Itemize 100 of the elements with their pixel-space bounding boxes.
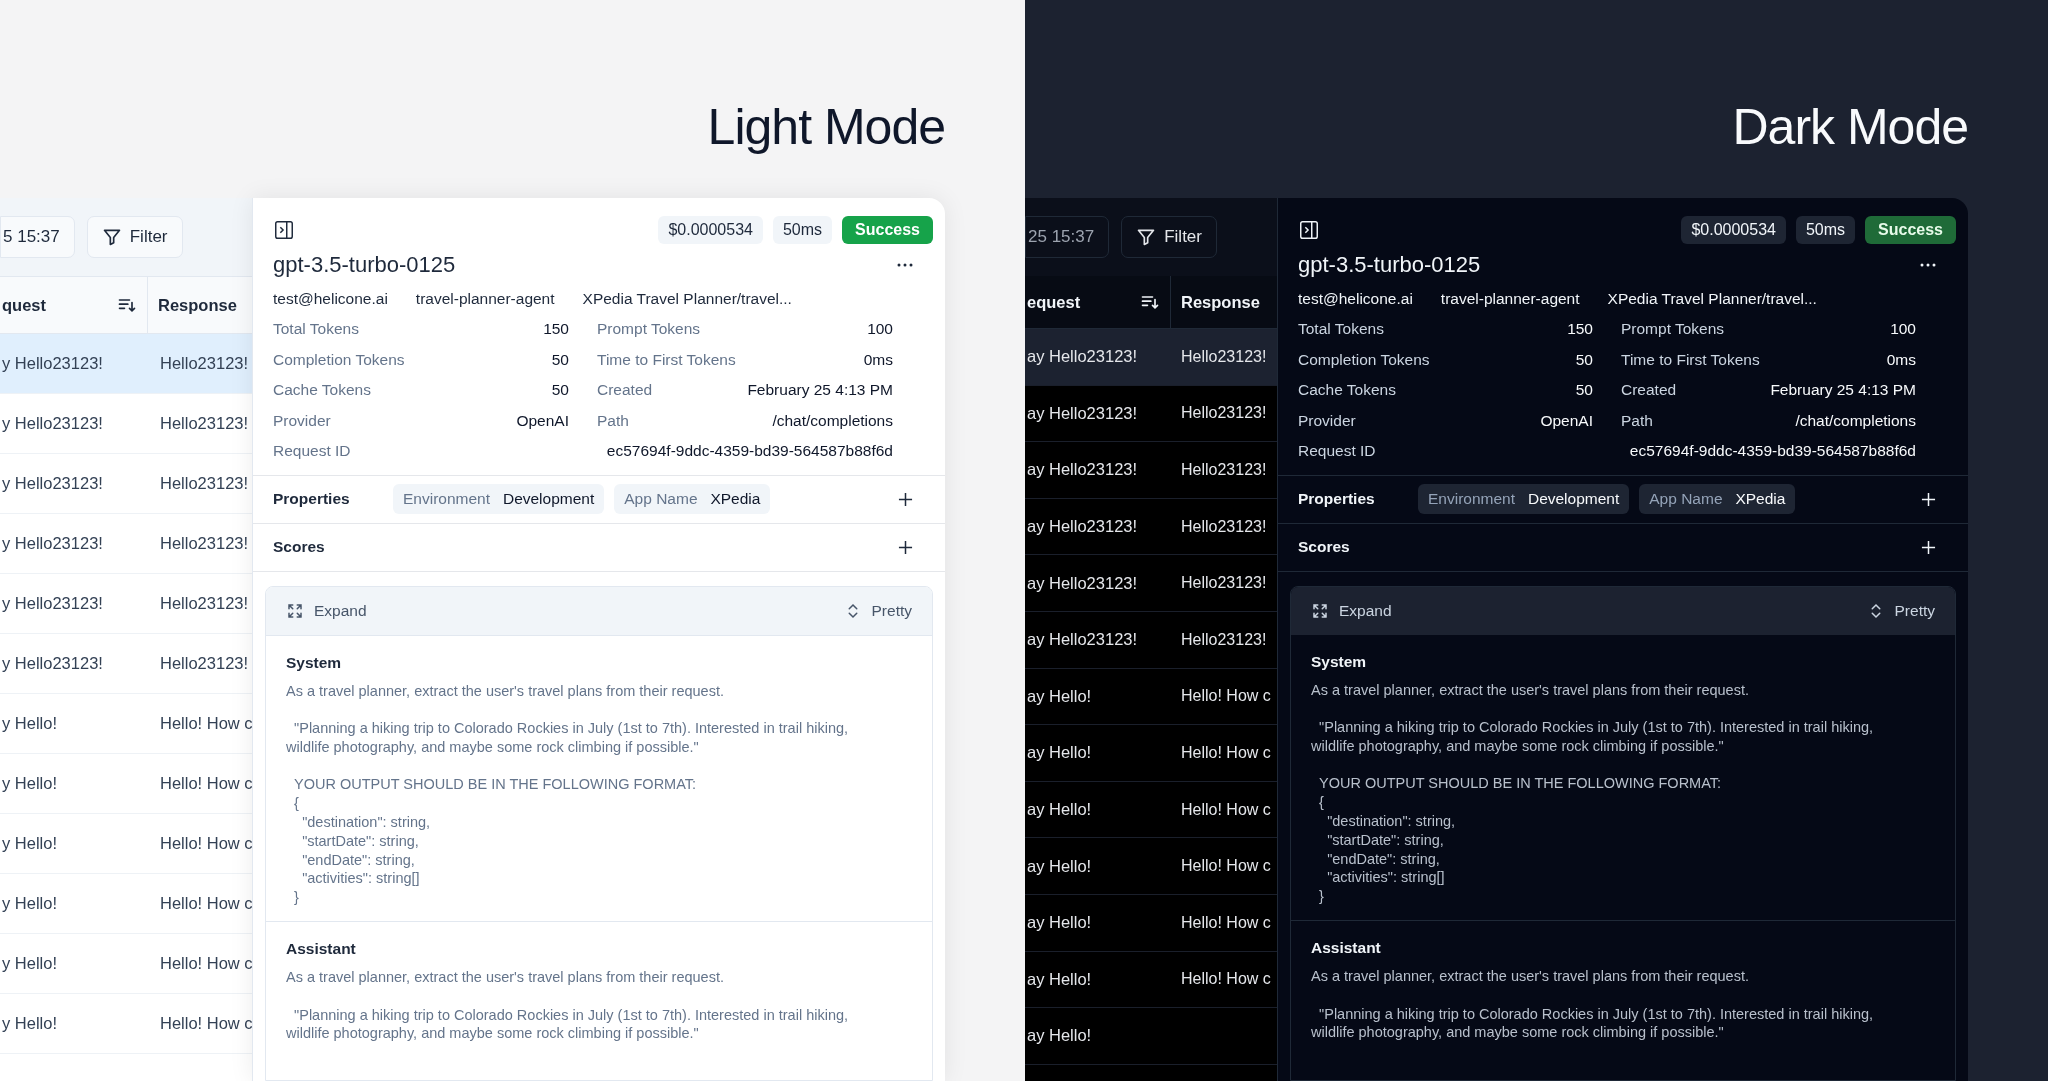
response-cell: Hello! How c	[160, 1014, 253, 1032]
filter-button[interactable]: Filter	[1121, 216, 1217, 258]
column-header[interactable]: equest	[1027, 292, 1081, 312]
date-range-button[interactable]: 5 15:37	[0, 216, 75, 258]
request-cell: ay Hello!	[1027, 1026, 1092, 1045]
response-cell: Hello23123!	[1181, 347, 1267, 365]
message-text: As a travel planner, extract the user's travel plans from their request. "Planning a hiking trip to Colorado Rockies in July (1st to 7th). Interested in trail hiking, wildlife photography, and maybe some rock climbing if possible." YOUR OUTPUT SHOULD BE IN THE FOLLOWING FORMAT: { "destination": string, "startDate": string, "endDate": string, "activities": string[] }	[1311, 680, 1875, 907]
response-cell: Hello! How c	[160, 954, 253, 972]
response-cell: Hello! How c	[160, 834, 253, 852]
message-text: As a travel planner, extract the user's travel plans from their request. "Planning a hiking trip to Colorado Rockies in July (1st to 7th). Interested in trail hiking, wildlife photography, and maybe some rock climbing if possible."	[1311, 967, 1875, 1043]
filter-icon	[101, 227, 122, 247]
stat-label: Provider	[273, 411, 331, 430]
request-cell: y Hello!	[2, 774, 58, 792]
stat-label: Completion Tokens	[273, 350, 405, 369]
format-button[interactable]: Pretty	[837, 597, 918, 624]
response-cell: Hello23123!	[1181, 517, 1267, 535]
format-button[interactable]: Pretty	[1860, 597, 1941, 624]
stat-value: 50	[1575, 381, 1593, 400]
response-cell: Hello23123!	[160, 354, 249, 372]
response-cell: Hello23123!	[1181, 574, 1267, 592]
request-cell: ay Hello23123!	[1027, 347, 1138, 366]
filter-button[interactable]: Filter	[86, 216, 183, 258]
stat-value: 50	[1575, 350, 1593, 369]
stat-label: Created	[1621, 381, 1677, 400]
request-cell: y Hello!	[2, 714, 58, 732]
response-cell: Hello23123!	[160, 474, 249, 492]
sidebar-toggle-icon[interactable]	[1298, 219, 1320, 241]
plus-icon[interactable]	[898, 491, 913, 507]
status-badge: Success	[1865, 216, 1956, 244]
plus-icon[interactable]	[898, 539, 913, 555]
mode-heading: Dark Mode	[1732, 102, 1968, 152]
section-label: Scores	[273, 538, 326, 556]
status-badge: Success	[842, 216, 933, 244]
stat-label: Cache Tokens	[1298, 381, 1396, 400]
section-label: Properties	[1298, 490, 1376, 508]
more-icon[interactable]	[897, 263, 913, 267]
response-cell: Hello! How c	[160, 774, 253, 792]
model-name: gpt-3.5-turbo-0125	[273, 252, 456, 278]
cost-badge: $0.0000534	[658, 216, 763, 244]
table-row[interactable]: ay Hello23123! Hello23123!	[1025, 329, 1277, 386]
table-row[interactable]: y Hello23123! Hello23123!	[0, 334, 252, 394]
response-cell: Hello23123!	[160, 534, 249, 552]
request-cell: y Hello23123!	[2, 414, 103, 432]
request-cell: ay Hello!	[1027, 913, 1092, 932]
stat-value: OpenAI	[1540, 411, 1593, 430]
mode-heading: Light Mode	[707, 102, 945, 152]
expand-icon	[286, 601, 304, 620]
stat-label: Prompt Tokens	[1621, 320, 1725, 339]
stat-label: Request ID	[1298, 442, 1376, 461]
request-cell: y Hello23123!	[2, 594, 103, 612]
meta-text: test@helicone.ai	[1298, 290, 1413, 308]
property-tag: Environment Development	[1418, 484, 1630, 514]
meta-text: travel-planner-agent	[415, 290, 555, 308]
meta-text: XPedia Travel Planner/travel...	[1607, 290, 1817, 308]
message-text: As a travel planner, extract the user's travel plans from their request. "Planning a hiking trip to Colorado Rockies in July (1st to 7th). Interested in trail hiking, wildlife photography, and maybe some rock climbing if possible." YOUR OUTPUT SHOULD BE IN THE FOLLOWING FORMAT: { "destination": string, "startDate": string, "endDate": string, "activities": string[] }	[286, 681, 850, 908]
request-id-value: ec57694f-9ddc-4359-bd39-564587b88f6d	[1629, 442, 1916, 461]
request-cell: ay Hello23123!	[1027, 573, 1138, 592]
stat-label: Time to First Tokens	[597, 350, 736, 369]
message-role: System	[286, 653, 343, 672]
section-label: Scores	[1298, 538, 1351, 556]
latency-badge: 50ms	[772, 216, 833, 244]
request-cell: ay Hello!	[1027, 856, 1092, 875]
request-cell: ay Hello!	[1027, 686, 1092, 705]
latency-badge: 50ms	[1795, 216, 1856, 244]
stat-value: 100	[867, 320, 893, 339]
request-cell: y Hello23123!	[2, 654, 103, 672]
response-cell: Hello23123!	[160, 654, 249, 672]
cost-badge: $0.0000534	[1681, 216, 1786, 244]
column-header[interactable]: quest	[2, 295, 46, 315]
message-role: Assistant	[1311, 939, 1382, 958]
filter-icon	[1136, 227, 1157, 247]
stat-value: 50	[551, 350, 569, 369]
model-name: gpt-3.5-turbo-0125	[1298, 252, 1481, 278]
message-text: As a travel planner, extract the user's travel plans from their request. "Planning a hiking trip to Colorado Rockies in July (1st to 7th). Interested in trail hiking, wildlife photography, and maybe some rock climbing if possible."	[286, 968, 850, 1044]
column-header[interactable]: Response	[1181, 292, 1260, 312]
section-label: Properties	[273, 490, 351, 508]
stat-label: Total Tokens	[273, 320, 359, 339]
stat-value: 150	[543, 320, 569, 339]
request-id-value: ec57694f-9ddc-4359-bd39-564587b88f6d	[606, 442, 893, 461]
more-icon[interactable]	[1920, 263, 1936, 267]
response-cell: Hello! How c	[1181, 800, 1271, 818]
column-header[interactable]: Response	[158, 295, 237, 315]
expand-button[interactable]: Expand	[280, 597, 373, 624]
stat-label: Request ID	[273, 442, 351, 461]
message-role: Assistant	[286, 940, 357, 959]
request-cell: y Hello!	[2, 834, 58, 852]
stat-label: Time to First Tokens	[1621, 350, 1760, 369]
response-cell: Hello23123!	[160, 414, 249, 432]
property-tag: App Name XPedia	[614, 484, 771, 514]
stat-label: Completion Tokens	[1298, 350, 1430, 369]
sidebar-toggle-icon[interactable]	[273, 219, 295, 241]
stat-value: February 25 4:13 PM	[1770, 381, 1916, 400]
date-range-button[interactable]: 25 15:37	[1025, 216, 1110, 258]
stat-label: Path	[1621, 411, 1653, 430]
expand-button[interactable]: Expand	[1305, 597, 1398, 624]
stat-label: Created	[597, 381, 653, 400]
response-cell: Hello! How c	[1181, 970, 1271, 988]
response-cell: Hello! How c	[1181, 857, 1271, 875]
expand-icon	[1311, 601, 1329, 620]
stat-value: February 25 4:13 PM	[747, 381, 893, 400]
